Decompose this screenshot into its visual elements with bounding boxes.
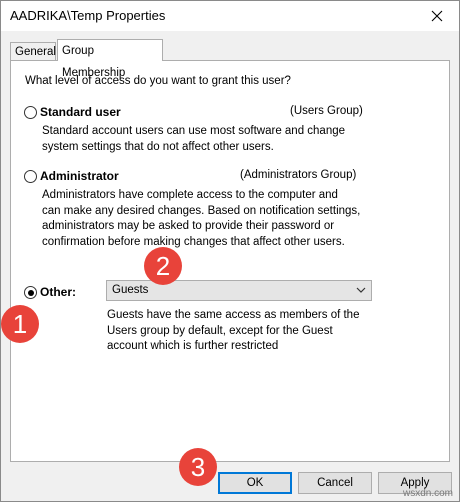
standard-user-label[interactable]: Standard user [40,105,121,119]
tab-general[interactable]: General [10,42,56,60]
standard-user-description: Standard account users can use most soft… [42,125,346,153]
step-badge-1: 1 [1,305,39,343]
properties-window: AADRIKA\Temp Properties General Group Me… [0,0,460,502]
administrator-radio[interactable] [24,170,37,183]
standard-user-radio[interactable] [24,106,37,119]
group-select-value: Guests [112,284,149,296]
other-radio[interactable] [24,286,37,299]
standard-user-group: (Users Group) [290,105,363,117]
step-badge-3: 3 [179,448,217,486]
other-label[interactable]: Other: [40,285,76,299]
title-bar: AADRIKA\Temp Properties [1,1,459,31]
administrator-group: (Administrators Group) [240,169,357,181]
close-button[interactable] [415,1,459,31]
window-title: AADRIKA\Temp Properties [10,8,166,23]
watermark: wsxdn.com [402,488,453,499]
close-icon [431,10,443,22]
administrator-label[interactable]: Administrator [40,169,119,183]
other-description: Guests have the same access as members o… [107,309,360,352]
chevron-down-icon [356,287,366,293]
step-badge-2: 2 [144,247,182,285]
administrator-description: Administrators have complete access to t… [42,189,361,248]
cancel-button[interactable]: Cancel [298,472,372,494]
ok-button[interactable]: OK [218,472,292,494]
group-select[interactable]: Guests [106,280,372,301]
tab-panel-group-membership: What level of access do you want to gran… [10,60,450,462]
tab-group-membership[interactable]: Group Membership [57,39,163,79]
